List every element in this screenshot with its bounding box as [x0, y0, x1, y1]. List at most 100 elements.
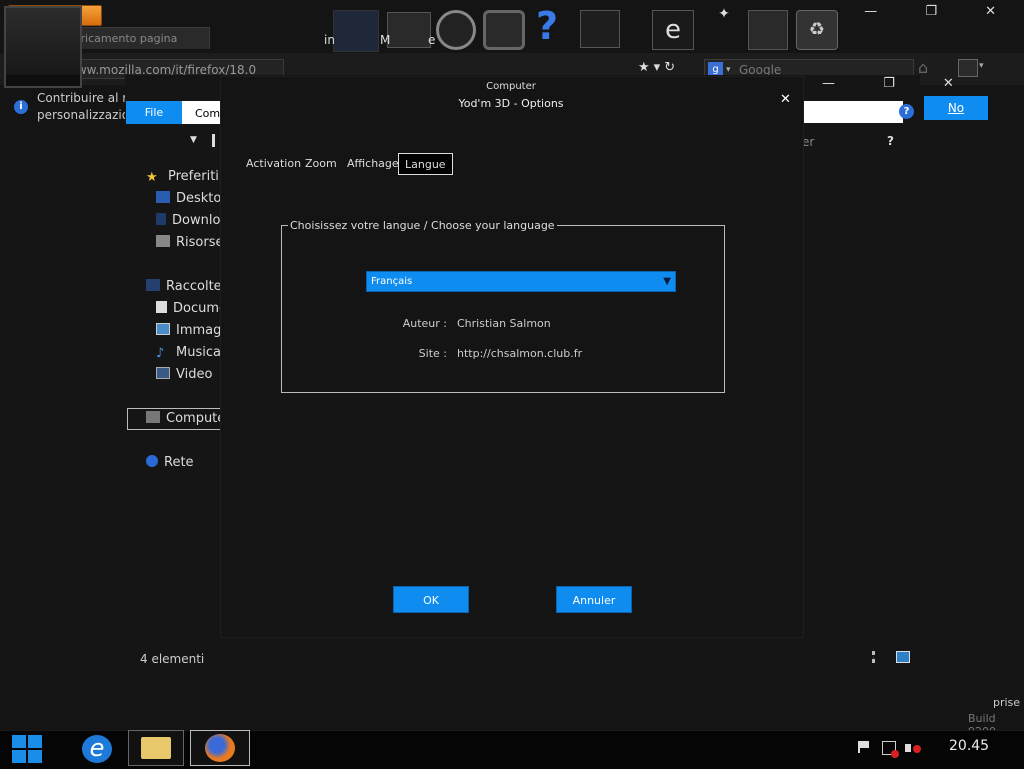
dialog-close-button[interactable]: ✕ — [780, 92, 791, 107]
dock-label-in: in — [324, 33, 335, 47]
url-bar-tools[interactable]: ★▾↻ — [638, 60, 679, 75]
nav-images[interactable]: Immagini — [156, 323, 230, 341]
notification-text: Contribuire al m personalizzazion — [37, 90, 127, 124]
music-icon: ♪ — [156, 346, 165, 361]
logo-pane — [12, 750, 26, 763]
nav-dropdown-icon[interactable]: ▼ — [190, 135, 197, 145]
nav-computer[interactable]: Computer — [146, 411, 220, 429]
author-value: Christian Salmon — [457, 317, 551, 330]
notification-line-1: Contribuire al m — [37, 91, 127, 105]
recycle-icon[interactable]: ♻ — [796, 10, 838, 50]
taskbar-clock[interactable]: 20.45 — [949, 738, 989, 754]
edition-text: prise — [993, 696, 1021, 709]
help-icon[interactable]: ? — [536, 4, 558, 48]
folder-icon — [141, 737, 171, 759]
details-view-icon[interactable] — [872, 651, 887, 663]
logo-pane — [28, 750, 42, 763]
nav-documents[interactable]: Documenti — [156, 301, 230, 319]
star-icon: ★ — [146, 170, 158, 185]
network-error-badge — [891, 750, 899, 758]
language-select-value: Français — [371, 276, 413, 287]
speaker-icon[interactable] — [436, 10, 476, 50]
up-arrow-icon[interactable] — [212, 134, 215, 147]
tab-zoom[interactable]: Zoom — [299, 153, 343, 175]
language-select[interactable]: Français ▼ — [366, 271, 676, 292]
nav-desktop[interactable]: Desktop — [156, 191, 230, 209]
bookmarks-icon[interactable] — [958, 59, 978, 77]
mute-badge — [913, 745, 921, 753]
explorer-search-input[interactable] — [793, 101, 903, 123]
nav-downloads[interactable]: Download — [156, 213, 230, 231]
help-question-icon[interactable]: ? — [887, 134, 894, 148]
image-icon — [156, 323, 170, 335]
mixer-icon[interactable] — [580, 10, 620, 48]
site-label: Site : — [418, 347, 447, 360]
taskbar-firefox-icon[interactable] — [190, 730, 250, 766]
nav-music-label: Musica — [176, 345, 221, 360]
ie-logo-icon: e — [82, 735, 112, 763]
bookmarks-arrow-icon[interactable]: ▾ — [979, 61, 984, 71]
cancel-button[interactable]: Annuler — [556, 586, 632, 613]
explorer-window-controls[interactable]: — ❐ ✕ — [822, 76, 976, 91]
ribbon-computer-tab[interactable]: Computer — [182, 101, 222, 124]
desktop-icon — [156, 191, 170, 203]
tab-langue[interactable]: Langue — [398, 153, 453, 175]
preview-icon[interactable] — [4, 6, 82, 88]
action-center-flag-icon[interactable] — [858, 741, 870, 753]
ribbon-file-tab[interactable]: File — [126, 101, 182, 124]
nav-network[interactable]: Rete — [146, 455, 220, 473]
monitor-icon[interactable] — [387, 12, 431, 48]
reload-icon[interactable]: ↻ — [664, 60, 679, 75]
flag-cloth — [860, 741, 869, 748]
document-icon — [156, 301, 167, 313]
site-value: http://chsalmon.club.fr — [457, 347, 583, 360]
media-icon[interactable] — [333, 10, 379, 52]
bookmark-star-icon[interactable]: ★ — [638, 60, 654, 75]
nav-network-label: Rete — [164, 455, 194, 470]
item-count: 4 elementi — [140, 652, 205, 666]
nav-favorites[interactable]: ★ Preferiti — [146, 169, 220, 187]
recent-places-icon — [156, 235, 170, 247]
logo-pane — [12, 735, 26, 748]
no-button[interactable]: No — [924, 96, 988, 120]
dialog-title: Yod'm 3D - Options — [458, 97, 564, 110]
network-status-icon[interactable] — [882, 741, 899, 758]
help-icon[interactable]: ? — [899, 104, 914, 119]
dock-label-e: e — [428, 33, 436, 47]
nav-libraries[interactable]: Raccolte — [146, 279, 220, 297]
firefox-window-controls[interactable]: — ❐ ✕ — [864, 4, 1018, 19]
language-group-legend: Choisissez votre langue / Choose your la… — [288, 219, 557, 232]
windows-logo-icon[interactable] — [12, 735, 42, 763]
large-icons-view-icon[interactable] — [896, 651, 910, 663]
accessibility-icon[interactable] — [748, 10, 788, 50]
settings-icon[interactable]: ✦ — [704, 6, 744, 46]
tab-affichage[interactable]: Affichage — [341, 153, 405, 175]
speaker-body — [905, 744, 911, 752]
volume-muted-icon[interactable] — [905, 741, 921, 755]
camera-icon[interactable] — [483, 10, 525, 50]
nav-libraries-label: Raccolte — [166, 279, 220, 294]
info-icon: i — [14, 100, 28, 114]
download-icon — [156, 213, 166, 225]
firefox-logo-icon — [205, 734, 235, 762]
ie-icon[interactable]: e — [652, 10, 694, 50]
nav-video-label: Video — [176, 367, 213, 382]
nav-music[interactable]: ♪ Musica — [156, 345, 230, 363]
video-icon — [156, 367, 170, 379]
dropdown-arrow-icon[interactable]: ▾ — [654, 60, 665, 75]
ok-button[interactable]: OK — [393, 586, 469, 613]
dialog-title-small: Computer — [486, 81, 536, 92]
libraries-icon — [146, 279, 160, 291]
notification-line-2: personalizzazion — [37, 108, 127, 122]
chevron-down-icon[interactable]: ▼ — [663, 272, 671, 292]
taskbar-ie-icon[interactable]: e — [80, 733, 114, 765]
nav-video[interactable]: Video — [156, 367, 230, 385]
network-icon — [146, 455, 158, 467]
taskbar-explorer-icon[interactable] — [128, 730, 184, 766]
nav-computer-label: Computer — [166, 411, 220, 426]
logo-pane — [28, 735, 42, 748]
nav-favorites-label: Preferiti — [168, 169, 219, 184]
author-label: Auteur : — [402, 317, 447, 330]
nav-recent[interactable]: Risorse recenti — [156, 235, 230, 253]
tab-activation[interactable]: Activation — [240, 153, 307, 175]
